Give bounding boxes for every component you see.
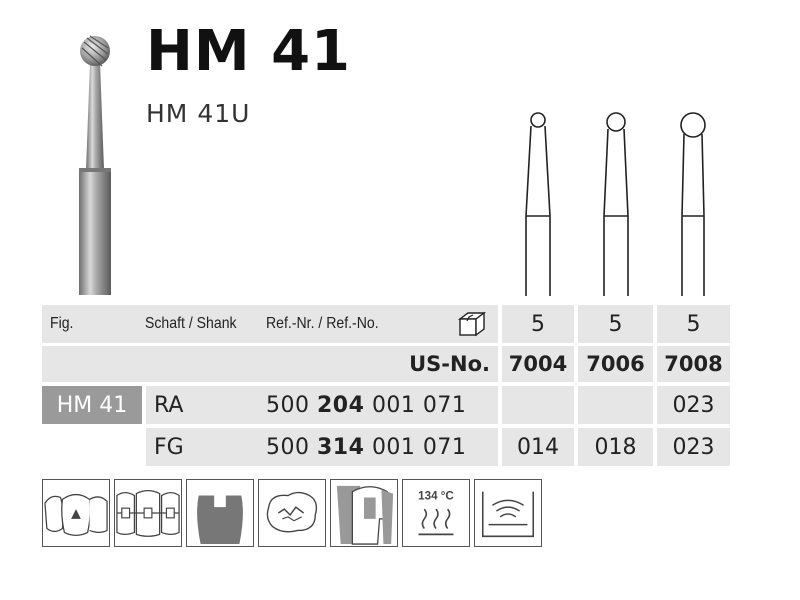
ref-number: 500 204 001 071	[266, 393, 466, 418]
size-value: 014	[517, 434, 559, 460]
ref-bold: 314	[317, 434, 365, 460]
product-title: HM 41	[146, 19, 352, 84]
size-value: 023	[672, 392, 715, 418]
ref-prefix: 500	[266, 392, 310, 418]
size-value: 018	[594, 434, 637, 460]
qty-value: 5	[686, 311, 701, 337]
ref-row-ra: RA 500 204 001 071	[146, 386, 498, 424]
us-label: US-No.	[409, 352, 490, 376]
size-cell	[502, 386, 574, 424]
size-cell: 023	[657, 428, 730, 466]
us-cell-1: 7004	[502, 346, 574, 382]
qty-value: 5	[608, 311, 623, 337]
fig-header-cell: Fig. Schaft / Shank Ref.-Nr. / Ref.-No.	[42, 305, 498, 343]
size-value: 023	[672, 434, 715, 460]
ref-suffix: 001 071	[371, 434, 467, 460]
crown-preparation-icon	[330, 479, 398, 547]
ref-bold: 204	[317, 392, 365, 418]
qty-cell-3: 5	[657, 305, 730, 343]
orthodontic-brackets-icon	[114, 479, 182, 547]
group-label-cell: HM 41	[42, 386, 142, 424]
shank-header: Schaft / Shank	[145, 315, 237, 332]
shank-type: FG	[154, 434, 184, 460]
group-label: HM 41	[56, 392, 128, 418]
ref-prefix: 500	[266, 434, 310, 460]
ref-row-fg: FG 500 314 001 071	[146, 428, 498, 466]
size-cell: 023	[657, 386, 730, 424]
product-subtitle: HM 41U	[146, 99, 251, 128]
fig-header: Fig.	[50, 315, 74, 332]
size-cell	[578, 386, 653, 424]
ref-suffix: 001 071	[371, 392, 467, 418]
package-box-icon	[457, 311, 487, 337]
us-cell-3: 7008	[657, 346, 730, 382]
us-label-cell: US-No.	[42, 346, 498, 382]
size-drawing-7004	[525, 112, 551, 296]
us-number: 7004	[508, 352, 568, 376]
sterilization-icon: 134 °C	[402, 479, 470, 547]
occlusal-surface-icon	[258, 479, 326, 547]
ref-header: Ref.-Nr. / Ref.-No.	[266, 315, 379, 332]
bur-photo	[79, 35, 111, 295]
ref-number: 500 314 001 071	[266, 435, 466, 460]
us-number: 7006	[586, 352, 645, 376]
size-drawing-7006	[603, 112, 629, 296]
us-cell-2: 7006	[578, 346, 653, 382]
qty-cell-2: 5	[578, 305, 653, 343]
cavity-preparation-icon	[186, 479, 254, 547]
qty-value: 5	[531, 311, 545, 337]
us-number: 7008	[664, 352, 723, 376]
shank-type: RA	[154, 392, 184, 418]
sterilization-temp: 134 °C	[418, 489, 454, 502]
size-cell: 018	[578, 428, 653, 466]
size-drawing-7008	[680, 112, 706, 296]
ultrasonic-bath-icon	[474, 479, 542, 547]
size-cell: 014	[502, 428, 574, 466]
tooth-cavity-icon	[42, 479, 110, 547]
qty-cell-1: 5	[502, 305, 574, 343]
